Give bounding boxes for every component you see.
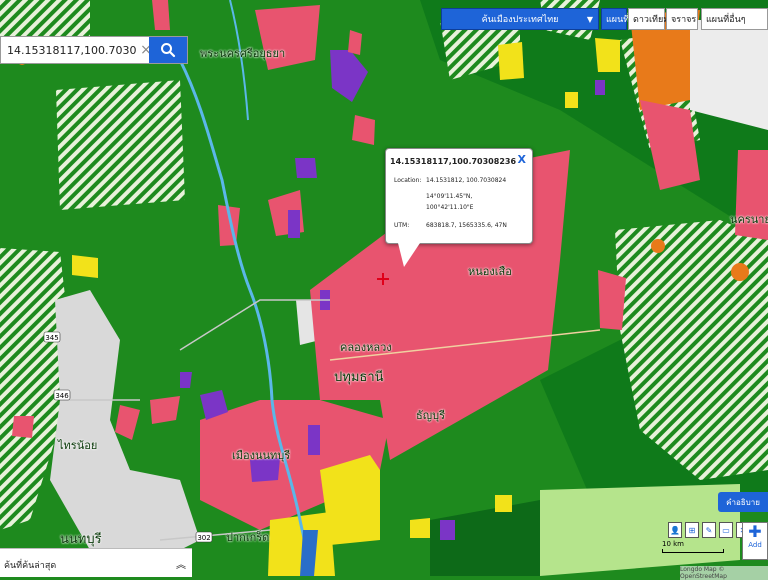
map-label-mueang-nonthaburi: เมืองนนทบุรี <box>232 449 291 462</box>
map-label-nong-suea: หนองเสือ <box>468 265 512 278</box>
svg-text:302: 302 <box>197 534 210 542</box>
search-box: × <box>0 36 188 64</box>
tab-map[interactable]: แผนที่ <box>601 8 630 30</box>
land-use-map: 345 346 302 <box>0 0 768 576</box>
search-button[interactable] <box>149 37 187 63</box>
scale-label: 10 km <box>662 540 685 548</box>
add-pin-icon: ✚ <box>748 522 762 541</box>
legend-button[interactable]: คำอธิบาย <box>718 492 768 512</box>
map-label-thanyaburi: ธัญบุรี <box>416 409 445 422</box>
svg-text:346: 346 <box>55 392 69 400</box>
popup-location-value: 14.1531812, 100.7030824 <box>426 177 507 184</box>
svg-text:345: 345 <box>45 334 58 342</box>
draw-icon[interactable]: ✎ <box>702 522 716 538</box>
map-canvas[interactable]: 345 346 302 พระนครศรีอยุธยา หนองเสือ คลอ… <box>0 0 768 576</box>
popup-location-label: Location: <box>394 177 422 184</box>
recent-searches-label: ค้นที่ค้นล่าสุด <box>4 561 57 571</box>
map-label-khlong-luang: คลองหลวง <box>340 341 392 354</box>
popup-utm-value: 683818.7, 1565335.6, 47N <box>426 222 507 229</box>
tab-traffic-label: จราจร <box>671 15 697 25</box>
map-credit: Longdo Map © OpenStreetMap <box>680 566 768 580</box>
tab-map-label: แผนที่ <box>606 15 630 25</box>
close-icon[interactable]: X <box>518 153 526 166</box>
country-select-label: ค้นเมืองประเทศไทย <box>481 15 559 25</box>
location-popup: 14.15318117,100.70308236 X Location: 14.… <box>385 148 533 267</box>
tab-other-maps-label: แผนที่อื่นๆ <box>706 15 746 25</box>
rectangle-icon[interactable]: ▭ <box>719 522 733 538</box>
search-icon <box>161 43 176 58</box>
tab-other-maps[interactable]: แผนที่อื่นๆ <box>701 8 768 30</box>
map-toolbar: 👤 ⊞ ✎ ▭ ✕ <box>668 522 750 538</box>
add-label: Add <box>748 541 762 549</box>
scale-bar: 10 km <box>662 540 732 553</box>
recent-searches-bar[interactable]: ค้นที่ค้นล่าสุด ︽ <box>0 548 192 577</box>
map-label-pathum-thani: ปทุมธานี <box>334 370 384 385</box>
map-label-pak-kret: ปากเกร็ด <box>226 531 270 544</box>
add-button[interactable]: ✚ Add <box>742 522 768 560</box>
road-shield-346: 346 <box>53 389 71 401</box>
grid-icon[interactable]: ⊞ <box>685 522 699 538</box>
chevron-up-icon[interactable]: ︽ <box>176 556 186 571</box>
country-select[interactable]: ค้นเมืองประเทศไทย ▼ <box>441 8 599 30</box>
road-shield-302: 302 <box>195 531 213 543</box>
tab-traffic[interactable]: จราจร <box>666 8 698 30</box>
popup-dms-lat: 14°09'11.45"N, <box>426 193 473 200</box>
map-label-sai-noi: ไทรน้อย <box>58 439 98 452</box>
location-marker-icon[interactable] <box>377 273 389 285</box>
map-label-nonthaburi: นนทบุรี <box>60 532 102 547</box>
popup-dms-lon: 100°42'11.10"E <box>426 204 474 211</box>
map-label-nakhon-nayok: นครนายก <box>730 213 768 226</box>
tab-satellite-label: ดาวเทียม <box>633 15 670 25</box>
forest-zone-nw <box>56 80 185 210</box>
popup-title: 14.15318117,100.70308236 <box>390 157 517 166</box>
user-location-icon[interactable]: 👤 <box>668 522 682 538</box>
map-label-ayutthaya: พระนครศรีอยุธยา <box>200 47 286 60</box>
scale-bar-line <box>662 549 724 553</box>
search-input[interactable] <box>5 42 139 58</box>
chevron-down-icon: ▼ <box>586 14 593 24</box>
road-shield-345: 345 <box>43 331 61 343</box>
tab-satellite[interactable]: ดาวเทียม <box>628 8 669 30</box>
popup-utm-label: UTM: <box>394 222 410 229</box>
